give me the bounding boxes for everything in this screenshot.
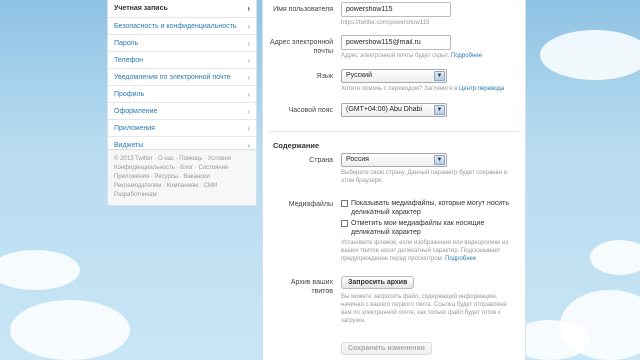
request-archive-button[interactable]: Запросить архив xyxy=(341,276,415,289)
chevron-right-icon: › xyxy=(247,39,250,48)
chevron-right-icon: › xyxy=(247,124,250,133)
background-cloud xyxy=(0,250,80,290)
sidebar-item-label: Виджеты xyxy=(114,142,144,149)
archive-label: Архив ваших твитов xyxy=(291,278,333,296)
media-label: Медиафайлы xyxy=(288,201,333,208)
chevron-right-icon: › xyxy=(247,107,250,116)
mark-media-sensitive-option[interactable]: Отметить мои медиафайлы как носящие дели… xyxy=(341,219,519,237)
sidebar-item-label: Безопасность и конфиденциальность xyxy=(114,23,237,30)
country-hint: Выберите свою страну. Данный параметр бу… xyxy=(341,170,508,184)
language-select[interactable]: Русский ▼ xyxy=(341,69,447,83)
sidebar-item-profile[interactable]: Профиль › xyxy=(108,85,256,102)
footer-links-line[interactable]: Рекламодателям · Компаниям · СМИ xyxy=(114,182,250,191)
sidebar-item-label: Телефон xyxy=(114,57,144,64)
email-hint: Адрес электронной почты будет скрыт. Под… xyxy=(341,52,517,60)
email-more-link[interactable]: Подробнее xyxy=(451,53,482,59)
background-cloud xyxy=(590,240,640,275)
save-changes-button[interactable]: Сохранить изменения xyxy=(341,342,432,355)
settings-sidebar: Учетная запись › Безопасность и конфиден… xyxy=(107,0,257,154)
sidebar-item-label: Учетная запись xyxy=(114,5,168,12)
chevron-right-icon: › xyxy=(247,22,250,31)
media-hint-text: Установите флажок, если изображения или … xyxy=(341,240,509,262)
sidebar-item-label: Оформление xyxy=(114,108,158,115)
email-label: Адрес электронной почты xyxy=(270,38,333,56)
settings-panel: Имя пользователя https://twitter.com/pow… xyxy=(262,0,526,360)
sensitive-media-display-option[interactable]: Показывать медиафайлы, которые могут нос… xyxy=(341,199,519,217)
sidebar-item-label: Профиль xyxy=(114,91,145,98)
email-hint-text: Адрес электронной почты будет скрыт. xyxy=(341,53,450,59)
archive-label-line: твитов xyxy=(311,288,333,295)
sidebar-item-design[interactable]: Оформление › xyxy=(108,102,256,119)
chevron-down-icon: ▼ xyxy=(434,105,445,115)
language-value: Русский xyxy=(346,72,372,79)
sidebar-item-label: Пароль xyxy=(114,40,139,47)
language-hint: Хотите помочь с переводом? Загляните в Ц… xyxy=(341,85,517,93)
background-cloud xyxy=(10,300,130,360)
section-title: Содержание xyxy=(273,141,320,150)
timezone-label: Часовой пояс xyxy=(288,107,333,114)
sidebar-item-label: Приложения xyxy=(114,125,155,132)
chevron-right-icon: › xyxy=(247,4,250,13)
footer-links-line[interactable]: Разработчикам xyxy=(114,191,250,200)
checkbox-label: Отметить мои медиафайлы как носящие дели… xyxy=(351,220,485,236)
sensitive-media-display-checkbox[interactable] xyxy=(341,200,348,207)
sidebar-footer: © 2013 Twitter · О нас · Помощь · Услови… xyxy=(107,149,257,206)
email-label-line: Адрес электронной xyxy=(269,39,333,46)
language-hint-text: Хотите помочь с переводом? Загляните в xyxy=(341,86,458,92)
sidebar-item-password[interactable]: Пароль › xyxy=(108,34,256,51)
sidebar-item-email-notifications[interactable]: Уведомления по электронной почте › xyxy=(108,68,256,85)
archive-label-line: Архив ваших xyxy=(290,279,333,286)
footer-links-line[interactable]: Конфиденциальность · Блог · Состояние xyxy=(114,164,250,173)
country-select[interactable]: Россия ▼ xyxy=(341,153,447,167)
email-input[interactable] xyxy=(341,35,451,50)
sidebar-item-apps[interactable]: Приложения › xyxy=(108,119,256,136)
sidebar-item-label: Уведомления по электронной почте xyxy=(114,74,231,81)
media-more-link[interactable]: Подробнее xyxy=(445,256,476,262)
language-label: Язык xyxy=(316,73,333,80)
timezone-select[interactable]: (GMT+04:00) Abu Dhabi ▼ xyxy=(341,103,447,117)
chevron-down-icon: ▼ xyxy=(434,155,445,165)
chevron-right-icon: › xyxy=(247,56,250,65)
mark-media-sensitive-checkbox[interactable] xyxy=(341,220,348,227)
footer-links-line[interactable]: Приложения · Ресурсы · Вакансии xyxy=(114,173,250,182)
timezone-value: (GMT+04:00) Abu Dhabi xyxy=(346,106,423,113)
checkbox-label: Показывать медиафайлы, которые могут нос… xyxy=(351,200,509,216)
username-input[interactable] xyxy=(341,2,451,17)
section-divider xyxy=(269,131,519,132)
country-value: Россия xyxy=(346,156,369,163)
chevron-right-icon: › xyxy=(247,73,250,82)
footer-links-line[interactable]: © 2013 Twitter · О нас · Помощь · Услови… xyxy=(114,155,250,164)
sidebar-item-security[interactable]: Безопасность и конфиденциальность › xyxy=(108,17,256,34)
username-url: https://twitter.com/powershow115 xyxy=(341,20,430,26)
username-label: Имя пользователя xyxy=(273,6,333,13)
archive-hint: Вы можете запросить файл, содержащий инф… xyxy=(341,294,507,324)
translation-center-link[interactable]: Центр перевода xyxy=(459,86,504,92)
chevron-down-icon: ▼ xyxy=(434,71,445,81)
email-label-line: почты xyxy=(313,48,333,55)
country-label: Страна xyxy=(309,157,333,164)
chevron-right-icon: › xyxy=(247,90,250,99)
media-hint: Установите флажок, если изображения или … xyxy=(341,239,519,263)
sidebar-item-phone[interactable]: Телефон › xyxy=(108,51,256,68)
sidebar-item-account[interactable]: Учетная запись › xyxy=(108,0,256,17)
background-cloud xyxy=(540,30,640,80)
